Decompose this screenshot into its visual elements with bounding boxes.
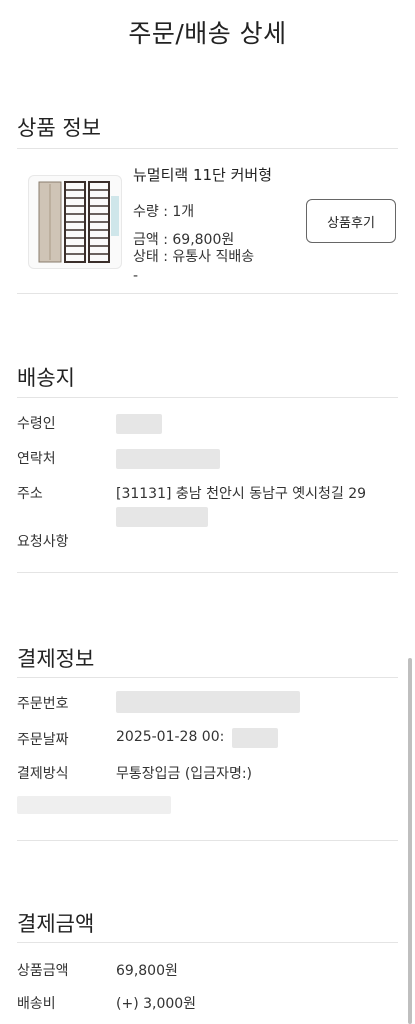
product-review-button[interactable]: 상품후기 bbox=[306, 199, 396, 243]
product-quantity: 수량 : 1개 bbox=[133, 204, 195, 220]
request-label: 요청사항 bbox=[17, 534, 69, 550]
divider bbox=[17, 840, 398, 841]
product-thumbnail[interactable] bbox=[28, 175, 122, 269]
divider bbox=[17, 148, 398, 149]
product-extra: - bbox=[133, 268, 139, 284]
address-label: 주소 bbox=[17, 486, 43, 502]
order-time-redacted bbox=[232, 728, 278, 748]
order-number-label: 주문번호 bbox=[17, 696, 69, 712]
payment-note-redacted bbox=[17, 796, 171, 814]
divider bbox=[17, 293, 398, 294]
order-date-label: 주문날짜 bbox=[17, 732, 69, 748]
shipping-fee-label: 배송비 bbox=[17, 996, 56, 1012]
product-status: 상태 : 유통사 직배송 bbox=[133, 249, 255, 265]
shipping-section-title: 배송지 bbox=[17, 366, 75, 390]
divider bbox=[17, 677, 398, 678]
divider bbox=[17, 942, 398, 943]
order-date-value: 2025-01-28 00: bbox=[116, 729, 225, 745]
page-title: 주문/배송 상세 bbox=[128, 19, 287, 48]
product-section-title: 상품 정보 bbox=[17, 116, 101, 140]
payment-method-value: 무통장입금 (입금자명:) bbox=[116, 766, 253, 782]
address-value: [31131] 충남 천안시 동남구 옛시청길 29 bbox=[116, 486, 367, 502]
payment-method-label: 결제방식 bbox=[17, 766, 69, 782]
shelf-image bbox=[38, 181, 119, 263]
contact-label: 연락처 bbox=[17, 451, 56, 467]
contact-redacted bbox=[116, 449, 220, 469]
order-number-redacted bbox=[116, 691, 300, 713]
payment-section-title: 결제정보 bbox=[17, 647, 95, 671]
shipping-fee-value: (+) 3,000원 bbox=[116, 996, 197, 1012]
amount-section-title: 결제금액 bbox=[17, 912, 95, 936]
product-amount-value: 69,800원 bbox=[116, 963, 178, 979]
divider bbox=[17, 397, 398, 398]
vertical-scrollbar[interactable] bbox=[408, 658, 412, 1024]
product-amount-label: 상품금액 bbox=[17, 963, 69, 979]
address-detail-redacted bbox=[116, 507, 208, 527]
product-name[interactable]: 뉴멀티랙 11단 커버형 bbox=[133, 164, 272, 185]
recipient-label: 수령인 bbox=[17, 416, 56, 432]
divider bbox=[17, 572, 398, 573]
recipient-redacted bbox=[116, 414, 162, 434]
